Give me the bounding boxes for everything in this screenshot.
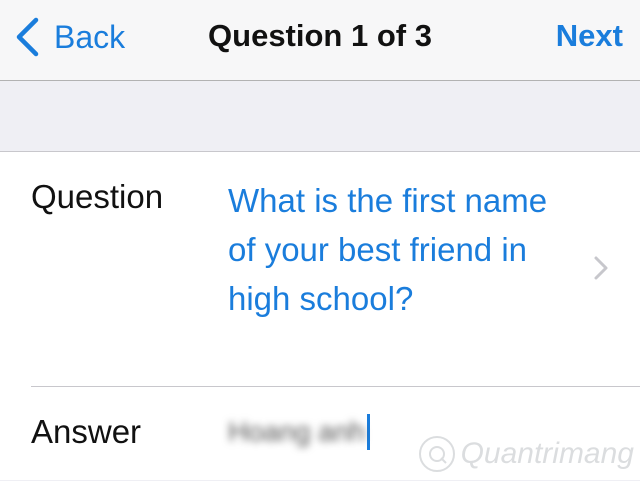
form-group: Question What is the first name of your … bbox=[0, 151, 640, 480]
next-button[interactable]: Next bbox=[556, 18, 623, 54]
question-label: Question bbox=[31, 178, 164, 215]
section-spacer bbox=[0, 82, 640, 151]
watermark-logo-icon bbox=[418, 436, 455, 472]
page-title: Question 1 of 3 bbox=[208, 18, 432, 53]
chevron-right-icon bbox=[594, 256, 608, 280]
question-value: What is the first name of your best frie… bbox=[228, 182, 548, 317]
question-row[interactable]: Question What is the first name of your … bbox=[0, 152, 640, 386]
answer-label: Answer bbox=[31, 413, 142, 450]
text-caret bbox=[367, 414, 371, 450]
watermark-text: Quantrimang bbox=[460, 437, 634, 470]
answer-value: Hoang anh bbox=[228, 416, 366, 447]
watermark: Quantrimang bbox=[418, 436, 634, 472]
navigation-bar: Back Question 1 of 3 Next bbox=[0, 0, 640, 81]
